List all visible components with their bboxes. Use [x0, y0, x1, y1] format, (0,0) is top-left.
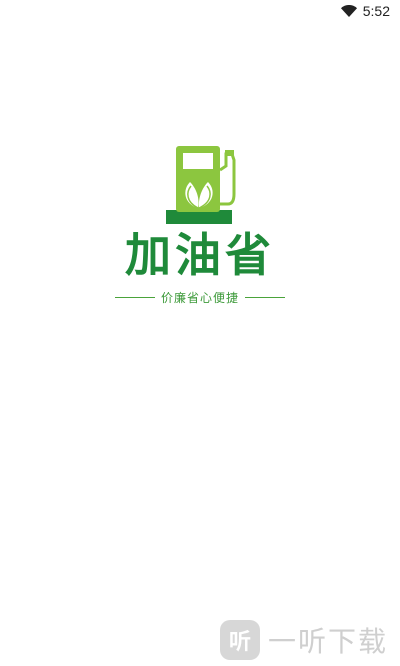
wifi-icon — [340, 5, 357, 17]
status-time: 5:52 — [362, 3, 390, 19]
tagline-divider-right — [245, 297, 285, 298]
watermark-text: 一听下载 — [267, 625, 388, 658]
fuel-pump-leaf-icon — [166, 146, 236, 224]
tagline: 价廉省心便捷 — [160, 291, 239, 305]
app-name: 加油省 — [125, 228, 275, 282]
watermark: 听 一听下载 — [219, 620, 388, 660]
status-bar: 5:52 — [0, 0, 400, 24]
tagline-row: 价廉省心便捷 — [0, 289, 400, 306]
splash-screen: 5:52 加油省 价廉省心便捷 听 一听下载 — [0, 0, 400, 666]
watermark-logo-icon: 听 — [219, 620, 260, 660]
tagline-divider-left — [114, 297, 155, 298]
status-right: 5:52 — [340, 3, 390, 19]
